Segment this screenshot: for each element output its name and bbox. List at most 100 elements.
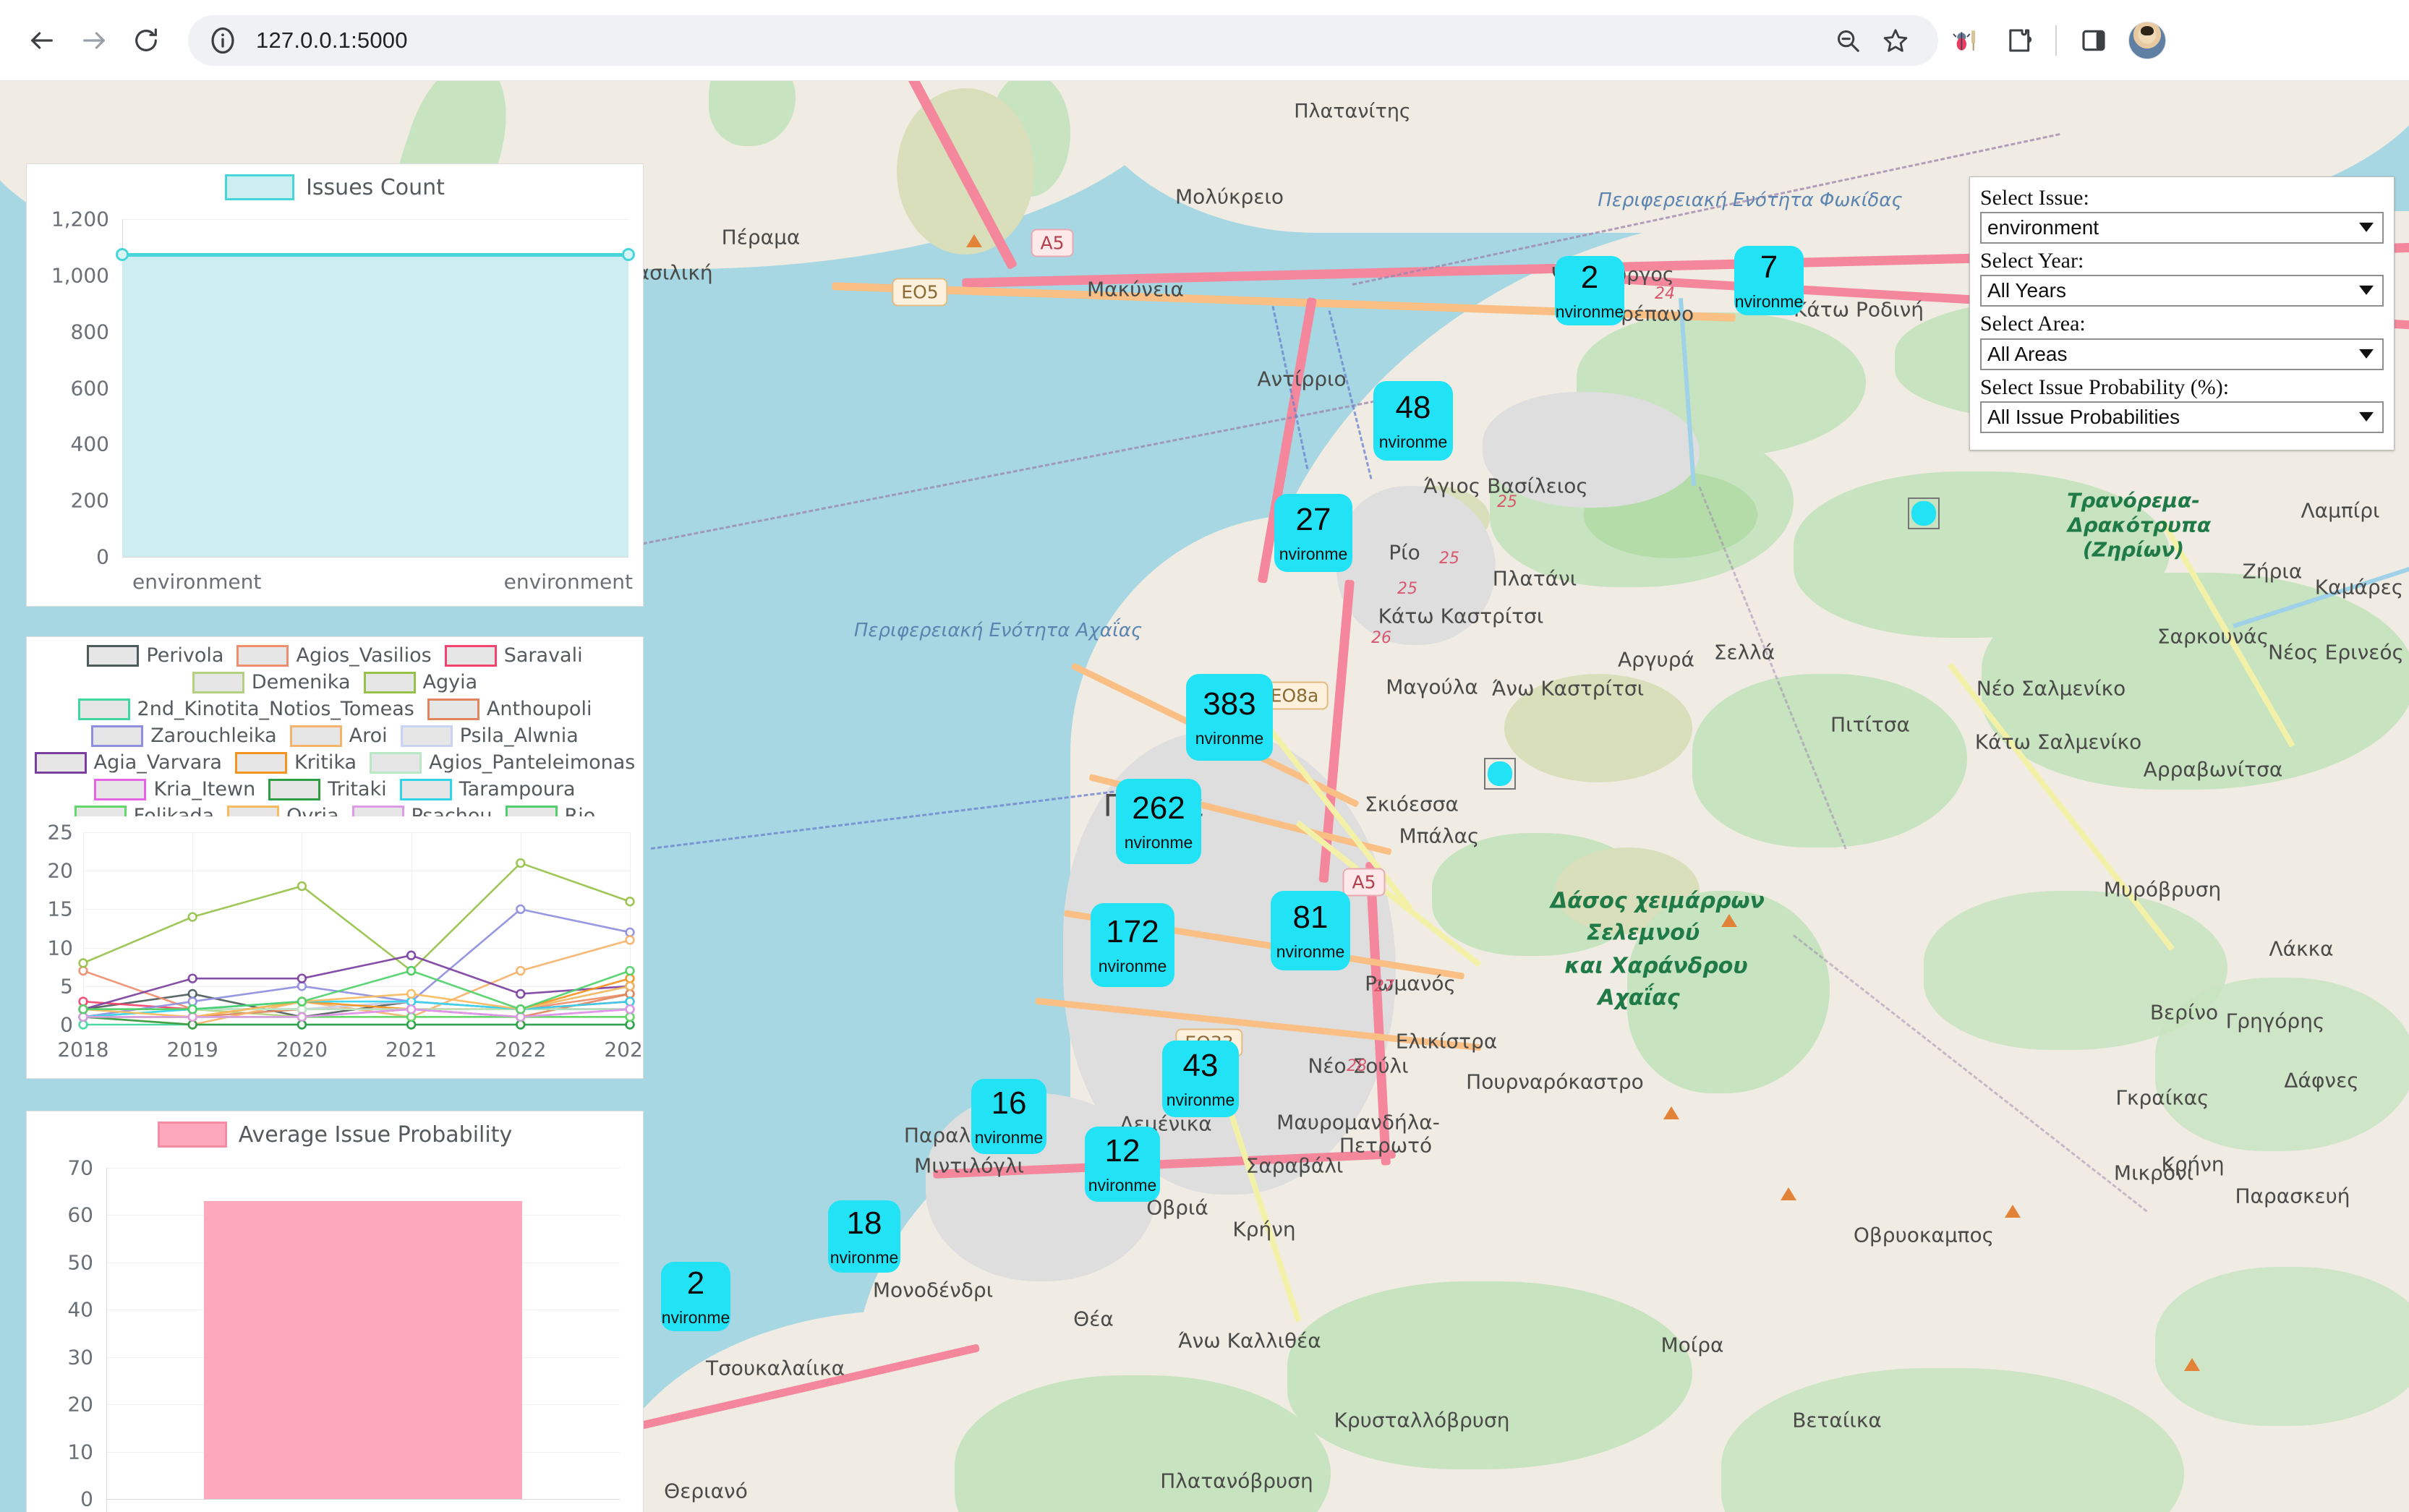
cluster-label: nvironme [1735, 294, 1804, 310]
star-icon [1882, 27, 1909, 54]
urban-rio [1336, 486, 1496, 645]
map-cluster-marker[interactable]: 12nvironme [1085, 1127, 1160, 1202]
area-trend-chart-panel[interactable]: Perivola Agios_Vasilios Saravali Demenika Ag… [26, 636, 644, 1079]
gridline [106, 1168, 620, 1169]
zoom-out-icon [1834, 27, 1862, 54]
map-cluster-marker[interactable]: 7nvironme [1734, 246, 1804, 315]
extensions-button[interactable] [1992, 14, 2045, 67]
select-year-value: All Years [1987, 281, 2066, 301]
legend-item[interactable]: 2nd_Kinotita_Notios_Tomeas [78, 698, 414, 720]
avatar [2128, 22, 2166, 59]
y-axis-tick: 30 [67, 1345, 93, 1369]
map-single-marker[interactable] [1484, 758, 1516, 790]
map-cluster-marker[interactable]: 27nvironme [1274, 494, 1352, 572]
legend-label: Aroi [349, 725, 388, 747]
map-cluster-marker[interactable]: 16nvironme [971, 1079, 1046, 1154]
site-info-icon[interactable] [207, 25, 239, 56]
legend-swatch [364, 672, 416, 693]
cluster-count: 16 [992, 1088, 1027, 1119]
legend-swatch [91, 725, 143, 747]
select-probability-dropdown[interactable]: All Issue Probabilities [1980, 401, 2384, 433]
bookmark-button[interactable] [1872, 17, 1919, 64]
legend-item[interactable]: Anthoupoli [427, 698, 592, 720]
avg-probability-plot: 010203040506070environment [27, 1111, 644, 1512]
legend-item[interactable]: Agios_Panteleimonas [370, 751, 635, 774]
legend-item[interactable]: Zarouchleika [91, 725, 276, 747]
cluster-count: 2 [1581, 262, 1598, 294]
cluster-count: 43 [1183, 1050, 1219, 1082]
area-trend-legend[interactable]: Perivola Agios_Vasilios Saravali Demenika Ag… [27, 637, 643, 816]
legend-item[interactable]: Perivola [87, 644, 223, 667]
forward-button[interactable] [68, 14, 120, 67]
legend-item[interactable]: Agia_Varvara [35, 751, 222, 774]
filter-control-panel[interactable]: Select Issue: environment Select Year: A… [1969, 176, 2395, 450]
map-cluster-marker[interactable]: 18nvironme [828, 1200, 900, 1273]
select-area-dropdown[interactable]: All Areas [1980, 338, 2384, 370]
select-issue-label: Select Issue: [1980, 186, 2384, 210]
cluster-label: nvironme [1379, 434, 1448, 450]
map-cluster-marker[interactable]: 81nvironme [1271, 891, 1350, 970]
legend-swatch [35, 752, 87, 774]
extension-bug-button[interactable] [1938, 14, 1992, 67]
y-axis-tick: 70 [67, 1156, 93, 1180]
x-axis-tick: environment [504, 570, 633, 594]
map-cluster-marker[interactable]: 262nvironme [1116, 779, 1201, 864]
reload-button[interactable] [120, 14, 172, 67]
profile-button[interactable] [2120, 14, 2174, 67]
zoom-out-button[interactable] [1824, 17, 1872, 64]
address-bar[interactable]: 127.0.0.1:5000 [188, 15, 1938, 66]
legend-item[interactable]: Rio [506, 805, 596, 816]
select-probability-value: All Issue Probabilities [1987, 407, 2180, 427]
avg-probability-chart-panel[interactable]: Average Issue Probability 01020304050607… [26, 1111, 644, 1512]
chevron-down-icon [2359, 223, 2374, 232]
map-cluster-marker[interactable]: 2nvironme [661, 1262, 730, 1331]
legend-swatch [290, 725, 342, 747]
map-cluster-marker[interactable]: 2nvironme [1555, 256, 1624, 325]
select-year-dropdown[interactable]: All Years [1980, 275, 2384, 307]
road-number: 28 [1347, 1057, 1367, 1075]
road-shield: EO5 [892, 278, 947, 307]
legend-item[interactable]: Demenika [192, 671, 351, 693]
y-axis-tick: 0 [96, 545, 109, 569]
select-year-label: Select Year: [1980, 249, 2384, 273]
back-button[interactable] [16, 14, 68, 67]
map-cluster-marker[interactable]: 172nvironme [1091, 903, 1174, 987]
legend-swatch [227, 806, 279, 817]
legend-swatch [427, 699, 479, 720]
legend-item[interactable]: Agyia [364, 671, 478, 693]
legend-item[interactable]: Psachou [352, 805, 493, 816]
cluster-label: nvironme [1099, 958, 1167, 975]
map-single-marker[interactable] [1908, 497, 1940, 529]
legend-label: Agyia [423, 671, 478, 693]
legend-item[interactable]: Tarampoura [400, 778, 576, 800]
select-issue-dropdown[interactable]: environment [1980, 212, 2384, 244]
y-axis-tick: 600 [71, 376, 109, 400]
puzzle-icon [2004, 26, 2033, 55]
issues-count-chart-panel[interactable]: Issues Count 02004006008001,0001,200envi… [26, 163, 644, 607]
x-axis-line [122, 557, 628, 558]
legend-label: Zarouchleika [150, 725, 276, 747]
map-cluster-marker[interactable]: 383nvironme [1186, 674, 1273, 761]
legend-item[interactable]: Tritaki [268, 778, 386, 800]
map-canvas[interactable]: ΠλατανίτηςΠέραμαΚάτω ΒασιλικήΜολύκρειοΜα… [0, 81, 2409, 1512]
legend-item[interactable]: Kria_Itewn [94, 778, 255, 800]
y-axis-tick: 60 [67, 1203, 93, 1227]
legend-item[interactable]: Kritika [235, 751, 357, 774]
side-panel-button[interactable] [2067, 14, 2120, 67]
legend-item[interactable]: Agios_Vasilios [236, 644, 431, 667]
legend-item[interactable]: Folikada [74, 805, 214, 816]
y-axis-line [106, 1168, 107, 1512]
trend-lines [27, 824, 644, 1078]
map-cluster-marker[interactable]: 48nvironme [1373, 381, 1453, 461]
legend-swatch [268, 779, 320, 800]
legend-swatch [235, 752, 287, 774]
y-axis-tick: 1,000 [51, 263, 109, 287]
legend-item[interactable]: Ovria [227, 805, 338, 816]
map-cluster-marker[interactable]: 43nvironme [1162, 1041, 1239, 1117]
legend-item[interactable]: Psila_Alwnia [401, 725, 579, 747]
data-point [116, 248, 129, 261]
cluster-label: nvironme [830, 1250, 899, 1266]
legend-item[interactable]: Aroi [290, 725, 388, 747]
legend-item[interactable]: Saravali [445, 644, 583, 667]
y-axis-tick: 50 [67, 1250, 93, 1274]
